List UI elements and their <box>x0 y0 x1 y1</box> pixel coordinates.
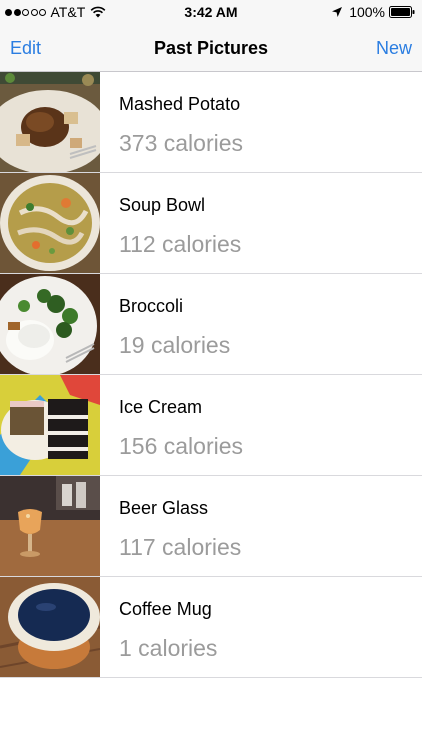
food-photo <box>0 476 100 576</box>
pictures-list: Mashed Potato 373 calories Soup Bowl 112… <box>0 72 422 678</box>
calorie-count: 117 calories <box>119 534 242 560</box>
food-photo <box>0 274 100 374</box>
calorie-count: 156 calories <box>119 433 244 459</box>
battery-icon <box>389 6 415 18</box>
navigation-bar: Edit Past Pictures New <box>0 24 422 72</box>
food-name: Broccoli <box>119 296 184 316</box>
new-button[interactable]: New <box>376 37 412 59</box>
food-name: Beer Glass <box>119 498 209 518</box>
food-photo <box>0 72 100 172</box>
food-photo <box>0 375 100 475</box>
calorie-count: 373 calories <box>119 130 244 156</box>
list-item[interactable]: Mashed Potato 373 calories <box>0 72 422 173</box>
food-name: Ice Cream <box>119 397 203 417</box>
page-title: Past Pictures <box>153 38 269 58</box>
calorie-count: 19 calories <box>119 332 231 358</box>
battery-percent: 100% <box>349 4 385 20</box>
location-arrow-icon <box>332 7 343 17</box>
status-bar: AT&T 3:42 AM 100% <box>0 0 422 24</box>
list-item[interactable]: Beer Glass 117 calories <box>0 476 422 577</box>
list-item[interactable]: Ice Cream 156 calories <box>0 375 422 476</box>
food-photo <box>0 577 100 677</box>
food-name: Coffee Mug <box>119 599 212 619</box>
list-item[interactable]: Soup Bowl 112 calories <box>0 173 422 274</box>
calorie-count: 1 calories <box>119 635 218 661</box>
food-photo <box>0 173 100 273</box>
list-item[interactable]: Broccoli 19 calories <box>0 274 422 375</box>
list-item[interactable]: Coffee Mug 1 calories <box>0 577 422 678</box>
status-right: 100% <box>331 4 415 20</box>
calorie-count: 112 calories <box>119 231 242 257</box>
food-name: Soup Bowl <box>119 195 206 215</box>
food-name: Mashed Potato <box>119 94 241 114</box>
